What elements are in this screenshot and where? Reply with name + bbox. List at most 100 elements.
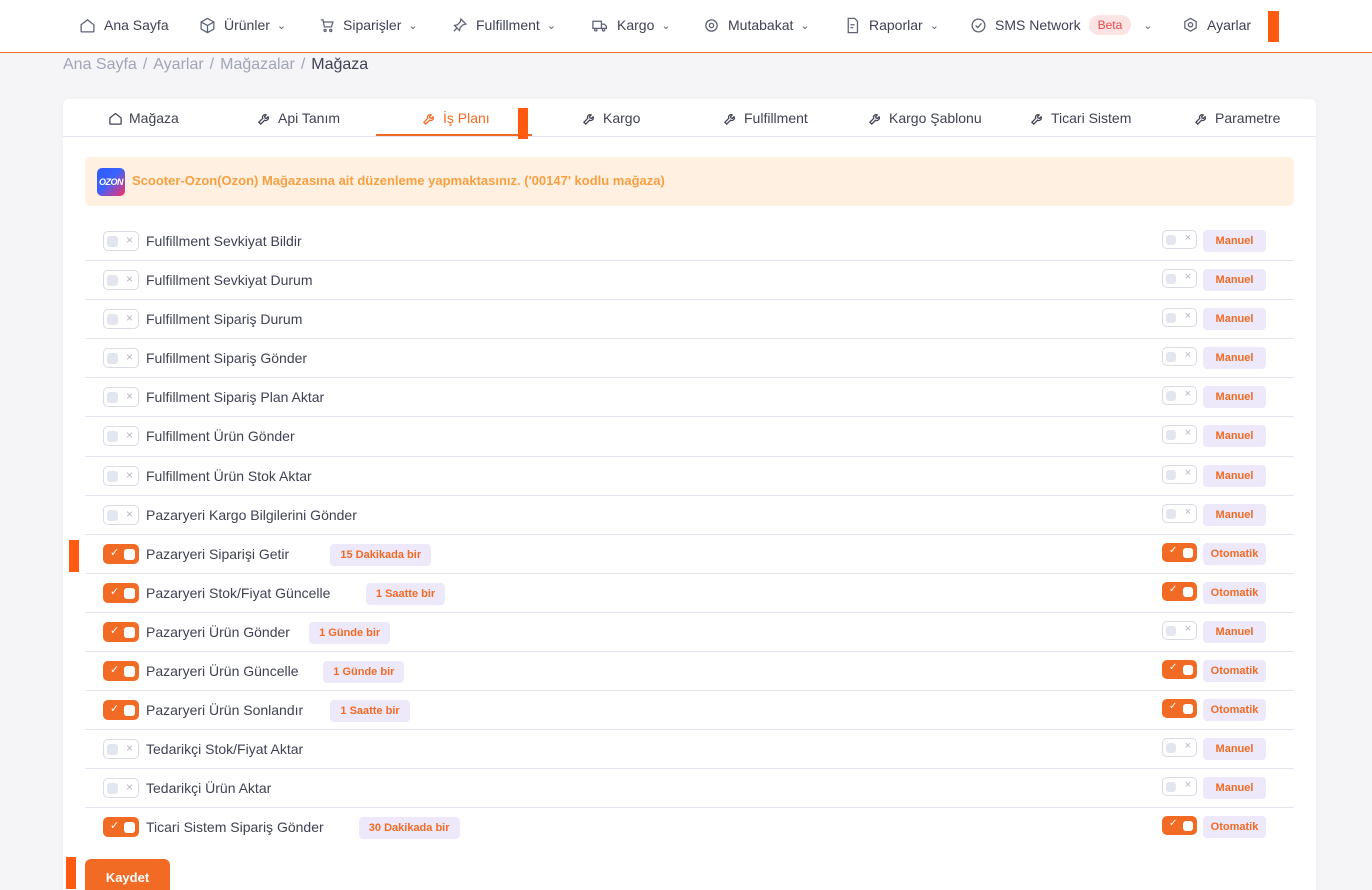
- job-auto-toggle[interactable]: ×: [1162, 425, 1197, 445]
- job-auto-toggle[interactable]: ×: [1162, 386, 1197, 406]
- tab-kargo-sablonu[interactable]: Kargo Şablonu: [868, 99, 982, 137]
- tab-fulfillment[interactable]: Fulfillment: [723, 99, 808, 137]
- job-enabled-toggle[interactable]: ✓: [103, 582, 139, 603]
- close-icon: ×: [125, 741, 133, 756]
- wrench-icon: [1194, 111, 1209, 126]
- chevron-down-icon: ⌄: [1143, 19, 1153, 32]
- job-enabled-toggle[interactable]: ×: [103, 348, 139, 369]
- job-enabled-toggle[interactable]: ×: [103, 778, 139, 799]
- nav-label: Siparişler: [343, 17, 402, 33]
- nav-item-raporlar[interactable]: Raporlar ⌄: [843, 0, 939, 50]
- job-auto-toggle[interactable]: ×: [1162, 347, 1197, 367]
- save-button[interactable]: Kaydet: [85, 859, 170, 890]
- job-frequency-badge[interactable]: 1 Saatte bir: [330, 700, 410, 723]
- job-enabled-toggle[interactable]: ×: [103, 426, 139, 447]
- job-label: Pazaryeri Kargo Bilgilerini Gönder: [146, 506, 357, 523]
- breadcrumb-item-ana-sayfa[interactable]: Ana Sayfa: [63, 56, 137, 74]
- job-mode-badge: Otomatik: [1203, 660, 1266, 683]
- breadcrumb-current: Mağaza: [311, 56, 369, 73]
- check-circle-icon: [969, 16, 987, 34]
- job-enabled-toggle[interactable]: ×: [103, 270, 139, 291]
- toggle-knob: [124, 548, 135, 560]
- job-enabled-toggle[interactable]: ✓: [103, 817, 139, 838]
- job-enabled-toggle[interactable]: ✓: [103, 543, 139, 564]
- highlight-marker: [1268, 11, 1279, 42]
- job-auto-toggle[interactable]: ×: [1162, 503, 1197, 523]
- close-icon: ×: [1184, 466, 1191, 479]
- job-auto-toggle[interactable]: ✓: [1162, 581, 1197, 601]
- toggle-knob: [1166, 430, 1176, 441]
- nav-label: Raporlar: [869, 17, 923, 33]
- job-enabled-toggle[interactable]: ✓: [103, 621, 139, 642]
- tab-kargo[interactable]: Kargo: [582, 99, 640, 137]
- nav-item-urunler[interactable]: Ürünler ⌄: [198, 0, 286, 50]
- job-enabled-toggle[interactable]: ×: [103, 309, 139, 330]
- job-enabled-toggle[interactable]: ×: [103, 465, 139, 486]
- breadcrumb-item-ayarlar[interactable]: Ayarlar: [153, 56, 203, 74]
- job-row: × Fulfillment Sipariş Gönder × Manuel: [85, 339, 1294, 379]
- wrench-icon: [582, 111, 597, 126]
- job-auto-toggle[interactable]: ✓: [1162, 699, 1197, 719]
- job-frequency-badge[interactable]: 1 Saatte bir: [365, 582, 446, 605]
- job-frequency-badge[interactable]: 1 Günde bir: [309, 621, 391, 644]
- wrench-icon: [868, 111, 883, 126]
- job-auto-toggle[interactable]: ✓: [1162, 660, 1197, 680]
- nav-item-sms-network[interactable]: SMS Network Beta ⌄: [969, 0, 1152, 50]
- job-enabled-toggle[interactable]: ✓: [103, 661, 139, 682]
- nav-item-fulfillment[interactable]: Fulfillment ⌄: [450, 0, 556, 50]
- job-auto-toggle[interactable]: ×: [1162, 777, 1197, 797]
- job-auto-toggle[interactable]: ×: [1162, 230, 1197, 249]
- job-frequency-badge[interactable]: 30 Dakikada bir: [358, 817, 460, 840]
- nav-item-siparisler[interactable]: Siparişler ⌄: [317, 0, 418, 50]
- ozon-logo: OZON: [97, 168, 125, 196]
- tab-is-plani[interactable]: İş Planı: [422, 99, 490, 137]
- toggle-knob: [107, 392, 118, 404]
- job-enabled-toggle[interactable]: ×: [103, 504, 139, 525]
- job-enabled-toggle[interactable]: ×: [103, 231, 139, 251]
- tab-parametre[interactable]: Parametre: [1194, 99, 1280, 137]
- job-auto-toggle[interactable]: ×: [1162, 738, 1197, 758]
- job-auto-toggle[interactable]: ✓: [1162, 816, 1197, 836]
- nav-item-ayarlar[interactable]: Ayarlar: [1181, 0, 1251, 50]
- job-frequency-badge[interactable]: 1 Günde bir: [323, 661, 405, 684]
- nav-item-mutabakat[interactable]: Mutabakat ⌄: [702, 0, 810, 50]
- toggle-knob: [1183, 547, 1193, 558]
- nav-item-kargo[interactable]: Kargo ⌄: [591, 0, 671, 50]
- job-frequency-badge[interactable]: 15 Dakikada bir: [330, 543, 432, 566]
- toggle-knob: [1183, 821, 1193, 832]
- tab-magaza[interactable]: Mağaza: [108, 99, 179, 137]
- job-auto-toggle[interactable]: ✓: [1162, 542, 1197, 562]
- job-enabled-toggle[interactable]: ✓: [103, 700, 139, 721]
- job-row: ✓ Pazaryeri Stok/Fiyat Güncelle 1 Saatte b…: [85, 574, 1294, 613]
- toggle-knob: [1183, 586, 1193, 597]
- job-mode-badge: Manuel: [1203, 230, 1266, 252]
- job-auto-toggle[interactable]: ×: [1162, 620, 1197, 640]
- chevron-down-icon: ⌄: [408, 19, 418, 32]
- breadcrumb-item-magazalar[interactable]: Mağazalar: [220, 56, 295, 74]
- job-auto-toggle[interactable]: ×: [1162, 269, 1197, 289]
- job-enabled-toggle[interactable]: ×: [103, 739, 139, 760]
- chevron-down-icon: ⌄: [546, 19, 557, 32]
- chevron-down-icon: ⌄: [929, 19, 939, 32]
- box-icon: [198, 16, 216, 34]
- chevron-down-icon: ⌄: [276, 19, 287, 32]
- nav-item-ana-sayfa[interactable]: Ana Sayfa: [78, 0, 169, 50]
- reconcile-icon: [702, 16, 720, 34]
- job-label: Pazaryeri Siparişi Getir: [146, 545, 290, 562]
- close-icon: ×: [125, 428, 133, 443]
- tab-ticari-sistem[interactable]: Ticari Sistem: [1030, 99, 1131, 137]
- close-icon: ×: [125, 233, 133, 247]
- nav-label: Ayarlar: [1207, 17, 1252, 33]
- job-enabled-toggle[interactable]: ×: [103, 387, 139, 408]
- job-row: × Fulfillment Sevkiyat Bildir × Manuel: [85, 222, 1294, 262]
- nav-label: Ana Sayfa: [104, 17, 169, 33]
- job-auto-toggle[interactable]: ×: [1162, 464, 1197, 484]
- job-label: Pazaryeri Stok/Fiyat Güncelle: [146, 584, 331, 601]
- tab-label: Mağaza: [129, 110, 179, 126]
- job-auto-toggle[interactable]: ×: [1162, 308, 1197, 328]
- toggle-knob: [1166, 625, 1176, 636]
- tab-api-tanim[interactable]: Api Tanım: [257, 99, 340, 137]
- check-icon: ✓: [1169, 818, 1178, 830]
- job-row: × Fulfillment Ürün Gönder × Manuel: [85, 417, 1294, 457]
- report-icon: [843, 16, 861, 34]
